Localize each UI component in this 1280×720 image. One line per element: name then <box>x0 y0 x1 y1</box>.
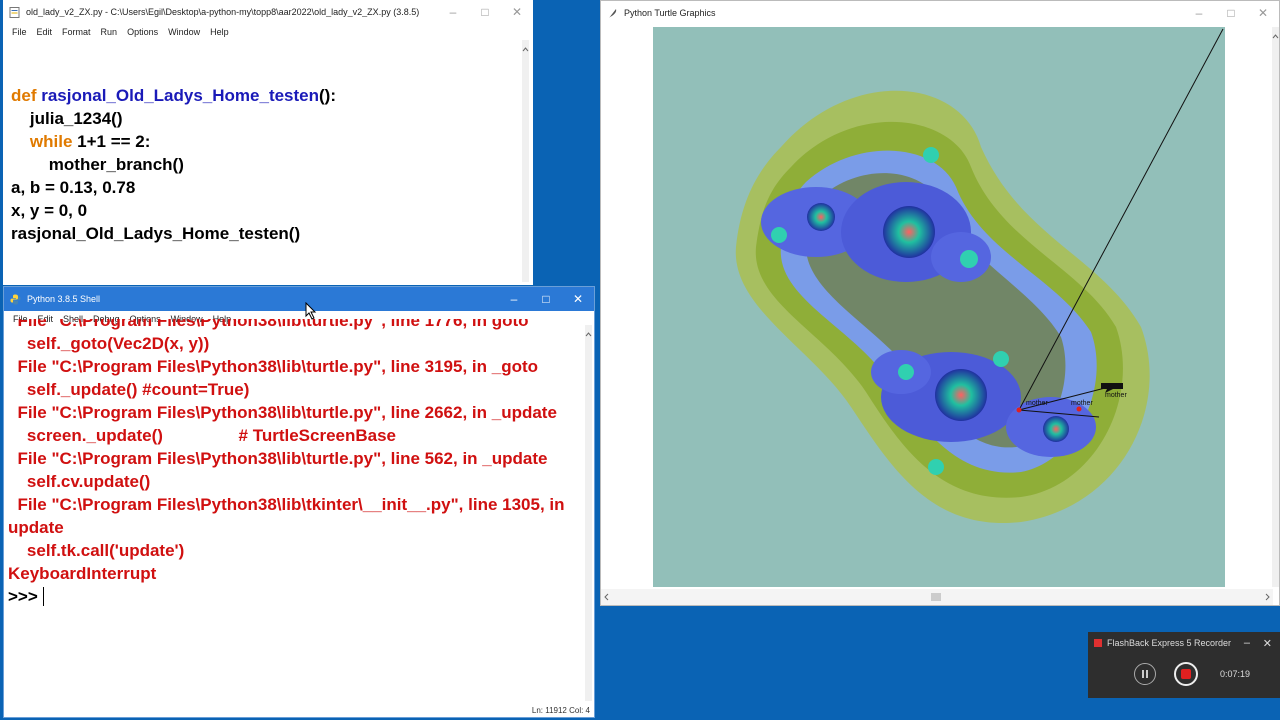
shell-prompt[interactable]: >>> ​ <box>8 585 578 608</box>
turtle-vscrollbar[interactable] <box>1272 27 1279 587</box>
stop-button[interactable] <box>1174 662 1198 686</box>
code-line: def rasjonal_Old_Ladys_Home_testen(): <box>11 84 336 107</box>
traceback-line: KeyboardInterrupt <box>8 564 157 583</box>
code-text: 1+1 == 2: <box>72 132 151 151</box>
pause-icon <box>1142 670 1148 678</box>
maximize-icon[interactable]: □ <box>530 287 562 311</box>
close-icon[interactable]: ✕ <box>1247 1 1279 25</box>
scroll-thumb[interactable] <box>931 593 941 601</box>
recorder-title: FlashBack Express 5 Recorder <box>1107 638 1232 648</box>
text-cursor: ​ <box>42 587 44 606</box>
code-line: while 1+1 == 2: <box>11 130 336 153</box>
turtle-titlebar[interactable]: Python Turtle Graphics – □ ✕ <box>601 1 1279 25</box>
menu-help[interactable]: Help <box>205 27 234 37</box>
status-bar: Ln: 11912 Col: 4 <box>531 706 590 715</box>
python-logo-icon <box>10 294 21 304</box>
traceback-line: self._goto(Vec2D(x, y)) <box>8 334 210 353</box>
traceback-line: self.cv.update() <box>8 472 151 491</box>
feather-icon <box>609 8 617 18</box>
keyword: def <box>11 86 42 105</box>
editor-window[interactable]: old_lady_v2_ZX.py - C:\Users\Egil\Deskto… <box>3 0 533 285</box>
minimize-icon[interactable]: – <box>1183 1 1215 25</box>
close-icon[interactable]: ✕ <box>1263 637 1272 650</box>
turtle-title: Python Turtle Graphics <box>624 8 716 18</box>
keyword: while <box>11 132 73 151</box>
traceback-line: self.tk.call('update') <box>8 541 185 560</box>
menu-edit[interactable]: Edit <box>32 27 58 37</box>
turtle-canvas[interactable]: mother mother mother <box>601 27 1273 587</box>
julia-fractal-image: mother mother mother <box>653 27 1225 587</box>
python-file-icon <box>9 6 20 18</box>
maximize-icon[interactable]: □ <box>469 0 501 24</box>
scroll-up-icon[interactable] <box>522 46 529 53</box>
code-line: mother_branch() <box>11 155 184 174</box>
menu-window[interactable]: Window <box>163 27 205 37</box>
menu-format[interactable]: Format <box>57 27 96 37</box>
code-editor[interactable]: def rasjonal_Old_Ladys_Home_testen(): ju… <box>11 84 336 245</box>
turtle-hscrollbar[interactable] <box>601 589 1273 605</box>
prompt-text: >>> <box>8 587 43 606</box>
minimize-icon[interactable]: – <box>498 287 530 311</box>
shell-scrollbar[interactable] <box>585 325 592 701</box>
turtle-label: mother <box>1105 392 1127 399</box>
traceback-line: File "C:\Program Files\Python38\lib\tkin… <box>8 495 570 537</box>
editor-title: old_lady_v2_ZX.py - C:\Users\Egil\Deskto… <box>26 7 420 17</box>
code-line: x, y = 0, 0 <box>11 201 88 220</box>
traceback-line: File "C:\Program Files\Python38\lib\turt… <box>8 319 529 330</box>
traceback-line: File "C:\Program Files\Python38\lib\turt… <box>8 449 548 468</box>
turtle-window[interactable]: Python Turtle Graphics – □ ✕ mother moth… <box>600 0 1280 606</box>
code-line: julia_1234() <box>11 109 123 128</box>
traceback-line: self._update() #count=True) <box>8 380 250 399</box>
editor-scrollbar[interactable] <box>522 40 529 282</box>
close-icon[interactable]: ✕ <box>501 0 533 24</box>
code-line: rasjonal_Old_Ladys_Home_testen() <box>11 224 301 243</box>
close-icon[interactable]: ✕ <box>562 287 594 311</box>
scroll-right-icon[interactable] <box>1263 589 1271 605</box>
turtle-label: mother <box>1071 400 1093 407</box>
recorder-panel[interactable]: FlashBack Express 5 Recorder – ✕ 0:07:19 <box>1088 632 1280 698</box>
scroll-left-icon[interactable] <box>603 589 611 605</box>
menu-file[interactable]: File <box>7 27 32 37</box>
function-name: rasjonal_Old_Ladys_Home_testen <box>41 86 320 105</box>
recorder-logo-icon <box>1094 639 1102 647</box>
code-line: a, b = 0.13, 0.78 <box>11 178 136 197</box>
shell-titlebar[interactable]: Python 3.8.5 Shell – □ ✕ <box>4 287 594 311</box>
traceback-line: File "C:\Program Files\Python38\lib\turt… <box>8 357 539 376</box>
editor-titlebar[interactable]: old_lady_v2_ZX.py - C:\Users\Egil\Deskto… <box>3 0 533 24</box>
scroll-up-icon[interactable] <box>1272 33 1279 40</box>
recorder-controls: 0:07:19 <box>1088 654 1280 694</box>
recorder-titlebar: FlashBack Express 5 Recorder – ✕ <box>1088 632 1280 654</box>
traceback-line: File "C:\Program Files\Python38\lib\turt… <box>8 403 557 422</box>
mouse-cursor-icon <box>305 302 317 320</box>
code-text: (): <box>319 86 336 105</box>
scroll-up-icon[interactable] <box>585 331 592 338</box>
shell-window[interactable]: Python 3.8.5 Shell – □ ✕ File Edit Shell… <box>3 286 595 718</box>
shell-title: Python 3.8.5 Shell <box>27 294 101 304</box>
menu-run[interactable]: Run <box>96 27 123 37</box>
shell-output[interactable]: File "C:\Program Files\Python38\lib\turt… <box>8 319 578 695</box>
minimize-icon[interactable]: – <box>437 0 469 24</box>
recording-time: 0:07:19 <box>1220 669 1251 679</box>
minimize-icon[interactable]: – <box>1244 637 1250 649</box>
editor-menubar: File Edit Format Run Options Window Help <box>3 24 533 40</box>
traceback-line: screen._update() # TurtleScreenBase <box>8 426 397 445</box>
menu-options[interactable]: Options <box>122 27 163 37</box>
stop-icon <box>1181 669 1191 679</box>
pause-button[interactable] <box>1134 663 1156 685</box>
turtle-label: mother <box>1026 400 1048 407</box>
maximize-icon[interactable]: □ <box>1215 1 1247 25</box>
